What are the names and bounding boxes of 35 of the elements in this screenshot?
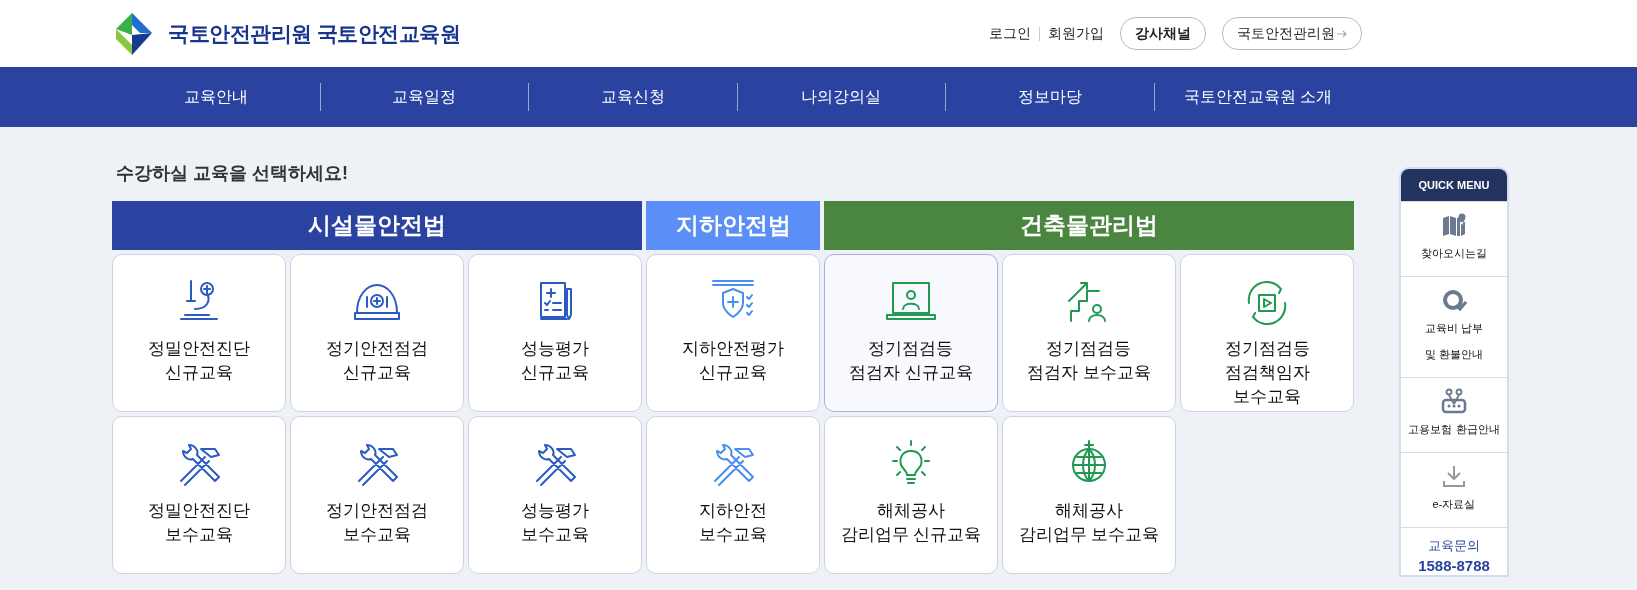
contact-label: 교육문의 (1428, 538, 1480, 553)
page-heading: 수강하실 교육을 선택하세요! (116, 162, 349, 185)
course-card[interactable]: 해체공사 감리업무 보수교육 (1002, 416, 1176, 574)
course-card[interactable]: 성능평가 신규교육 (468, 254, 642, 412)
nav-tab[interactable]: 나의강의실 (736, 83, 945, 111)
download-icon (1441, 463, 1467, 489)
section-header: 건축물관리법 (824, 201, 1354, 250)
nav-tab[interactable]: 교육신청 (528, 83, 737, 111)
site-title[interactable]: 국토안전관리원 국토안전교육원 (168, 17, 461, 50)
course-card[interactable]: 정기점검등 점검자 신규교육 (824, 254, 998, 412)
course-card[interactable]: 정기안전점검 보수교육 (290, 416, 464, 574)
nav-tab[interactable]: 국토안전교육원 소개 (1153, 83, 1362, 111)
course-card[interactable]: 정밀안전진단 신규교육 (112, 254, 286, 412)
text-link[interactable]: 회원가입 (1048, 23, 1104, 44)
course-card[interactable]: 정밀안전진단 보수교육 (112, 416, 286, 574)
network-icon (1441, 388, 1467, 414)
course-card[interactable]: 정기안전점검 신규교육 (290, 254, 464, 412)
phone-number: 1588-8788 (1418, 557, 1490, 575)
nav-tab[interactable]: 교육안내 (112, 83, 320, 111)
map-icon (1441, 212, 1467, 238)
channel-button[interactable]: 강사채널 (1120, 17, 1206, 50)
section-header: 지하안전법 (646, 201, 820, 250)
course-card[interactable]: 정기점검등 점검자 보수교육 (1002, 254, 1176, 412)
quick-menu-title: QUICK MENU (1401, 169, 1507, 201)
course-card[interactable]: 해체공사 감리업무 신규교육 (824, 416, 998, 574)
course-card[interactable]: 정기점검등 점검책임자 보수교육 (1180, 254, 1354, 412)
nav-tab[interactable]: 교육일정 (319, 83, 528, 111)
text-link[interactable]: 로그인 (989, 23, 1031, 44)
section-header: 시설물안전법 (112, 201, 642, 250)
course-card[interactable]: 지하안전평가 신규교육 (646, 254, 820, 412)
arrow-icon (1337, 29, 1347, 40)
course-card[interactable]: 지하안전 보수교육 (646, 416, 820, 574)
nav-tab[interactable]: 정보마당 (945, 83, 1154, 111)
site-link-button[interactable]: 국토안전관리원 (1222, 17, 1362, 50)
course-card[interactable]: 성능평가 보수교육 (468, 416, 642, 574)
